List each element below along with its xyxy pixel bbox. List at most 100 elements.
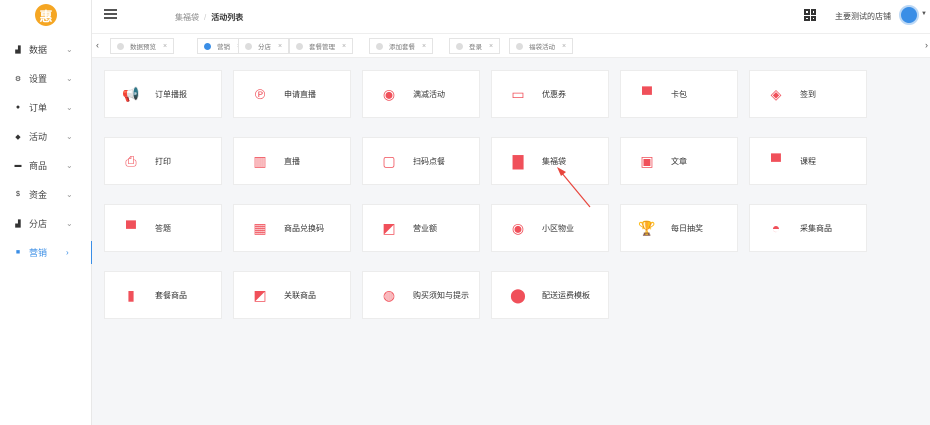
presentation-icon: ▀ (771, 153, 781, 169)
sidebar-item-label: 活动 (29, 132, 48, 142)
megaphone-icon: 📢 (122, 85, 140, 102)
chevron-left-icon[interactable]: ‹ (96, 40, 99, 50)
activity-card-label: 采集商品 (800, 223, 832, 233)
close-icon[interactable]: × (422, 43, 426, 50)
caret-down-icon[interactable]: ▼ (921, 11, 927, 17)
monitor-icon: ▢ (382, 152, 396, 169)
activity-card[interactable]: ▣ 文章 (620, 137, 738, 185)
tab-5[interactable]: 登录 × (449, 38, 501, 54)
sidebar-item-7[interactable]: ■ 营销 › (0, 238, 93, 267)
sidebar-item-6[interactable]: ▟ 分店 ⌄ (0, 209, 92, 238)
activity-card[interactable]: ▀ 课程 (749, 137, 867, 185)
activity-card-label: 订单播报 (155, 89, 187, 99)
tag-icon: ◆ (15, 133, 21, 141)
chevron-right-icon[interactable]: › (925, 40, 928, 50)
goods-icon: ▬ (14, 162, 22, 169)
activity-card[interactable]: ▮ 套餐商品 (104, 271, 222, 319)
activity-card[interactable]: ▇ 集福袋 (491, 137, 609, 185)
menu-toggle-icon[interactable] (104, 9, 117, 19)
qr-code-icon[interactable] (804, 9, 816, 21)
activity-card[interactable]: ◩ 营业额 (362, 204, 480, 252)
tab-4[interactable]: 添加套餐 × (369, 38, 434, 54)
close-icon[interactable]: × (489, 43, 493, 50)
record-icon: ◉ (511, 219, 525, 236)
activity-card[interactable]: ▭ 优惠券 (491, 70, 609, 118)
activity-card[interactable]: ◓ 采集商品 (749, 204, 867, 252)
chevron-down-icon: ⌄ (66, 219, 73, 228)
activity-card[interactable]: ▢ 扫码点餐 (362, 137, 480, 185)
calendar-icon: ▣ (640, 152, 654, 169)
tab-dot-icon (245, 42, 252, 50)
activity-card[interactable]: ▦ 商品兑换码 (233, 204, 351, 252)
sidebar-item-4[interactable]: ▬ 商品 ⌄ (0, 151, 92, 180)
activity-card[interactable]: ◉ 满减活动 (362, 70, 480, 118)
activity-card[interactable]: 📢 订单播报 (104, 70, 222, 118)
map-marker-icon: ⬤ (510, 286, 526, 303)
sidebar-item-1[interactable]: ⚙ 设置 ⌄ (0, 64, 92, 93)
gauge-icon: ◓ (771, 220, 781, 236)
chevron-down-icon: ⌄ (66, 190, 73, 199)
tab-3[interactable]: 套餐管理 × (289, 38, 354, 54)
book-icon: ▮ (127, 286, 135, 303)
presentation-icon: ▀ (126, 220, 136, 236)
activity-card-label: 申请直播 (284, 89, 316, 99)
activity-card-label: 商品兑换码 (284, 223, 324, 233)
close-icon[interactable]: × (342, 43, 346, 50)
activity-card[interactable]: ⬤ 配送运费模板 (491, 271, 609, 319)
cube-icon: ◈ (770, 85, 782, 102)
activity-card[interactable]: ⎙ 打印 (104, 137, 222, 185)
tab-dot-icon (516, 42, 523, 50)
gear-icon: ⚙ (14, 75, 22, 83)
activity-card-label: 每日抽奖 (671, 223, 703, 233)
activity-card-label: 套餐商品 (155, 290, 187, 300)
tab-label: 套餐管理 (309, 44, 335, 51)
store-name[interactable]: 主要测试的店铺 (835, 11, 891, 22)
layers-icon: ▇ (512, 152, 524, 169)
close-icon[interactable]: × (278, 43, 282, 50)
close-icon[interactable]: × (562, 43, 566, 50)
activity-card-label: 满减活动 (413, 89, 445, 99)
sidebar-item-label: 数据 (29, 45, 48, 55)
pinterest-icon: ℗ (254, 86, 266, 102)
credit-card-icon: ▭ (511, 85, 525, 102)
tab-2[interactable]: 分店 × (238, 38, 290, 54)
activity-card[interactable]: ◉ 小区物业 (491, 204, 609, 252)
activity-card[interactable]: 🏆 每日抽奖 (620, 204, 738, 252)
activity-card[interactable]: ▀ 卡包 (620, 70, 738, 118)
breadcrumb: 集福袋 / 活动列表 (175, 12, 243, 23)
sidebar-item-3[interactable]: ◆ 活动 ⌄ (0, 122, 92, 151)
activity-card-label: 优惠券 (542, 89, 566, 99)
tab-dot-icon (117, 42, 124, 50)
activity-card-label: 扫码点餐 (413, 156, 445, 166)
chevron-down-icon: ⌄ (66, 74, 73, 83)
sidebar-item-label: 资金 (29, 190, 48, 200)
tab-label: 数据预览 (130, 44, 156, 51)
activity-card[interactable]: ▀ 答题 (104, 204, 222, 252)
activity-card[interactable]: ◩ 关联商品 (233, 271, 351, 319)
record-icon: ◉ (382, 85, 396, 102)
logo[interactable]: 惠 (35, 4, 57, 26)
activity-card[interactable]: ℗ 申请直播 (233, 70, 351, 118)
chevron-right-icon: › (66, 248, 69, 257)
close-icon[interactable]: × (163, 43, 167, 50)
tab-0[interactable]: 数据预览 × (110, 38, 175, 54)
avatar[interactable] (899, 5, 919, 25)
sidebar-item-5[interactable]: $ 资金 ⌄ (0, 180, 92, 209)
order-icon: ● (15, 104, 21, 111)
activity-card[interactable]: ◈ 签到 (749, 70, 867, 118)
branch-icon: ▟ (15, 220, 21, 228)
activity-card[interactable]: ◍ 购买须知与提示 (362, 271, 480, 319)
sidebar-item-label: 商品 (29, 161, 48, 171)
shopping-bag-icon: ▦ (253, 219, 267, 236)
tab-label: 营销 (217, 44, 230, 51)
activity-card-label: 营业额 (413, 223, 437, 233)
breadcrumb-item[interactable]: 集福袋 (175, 13, 199, 22)
sidebar-item-0[interactable]: ▟ 数据 ⌄ (0, 35, 92, 64)
presentation-icon: ▀ (642, 86, 652, 102)
printer-icon: ⎙ (125, 152, 137, 169)
tab-6[interactable]: 福袋活动 × (509, 38, 574, 54)
tab-dot-icon (204, 42, 211, 50)
activity-card[interactable]: ▥ 直播 (233, 137, 351, 185)
bar-chart-icon: ▟ (15, 46, 21, 54)
sidebar-item-2[interactable]: ● 订单 ⌄ (0, 93, 92, 122)
